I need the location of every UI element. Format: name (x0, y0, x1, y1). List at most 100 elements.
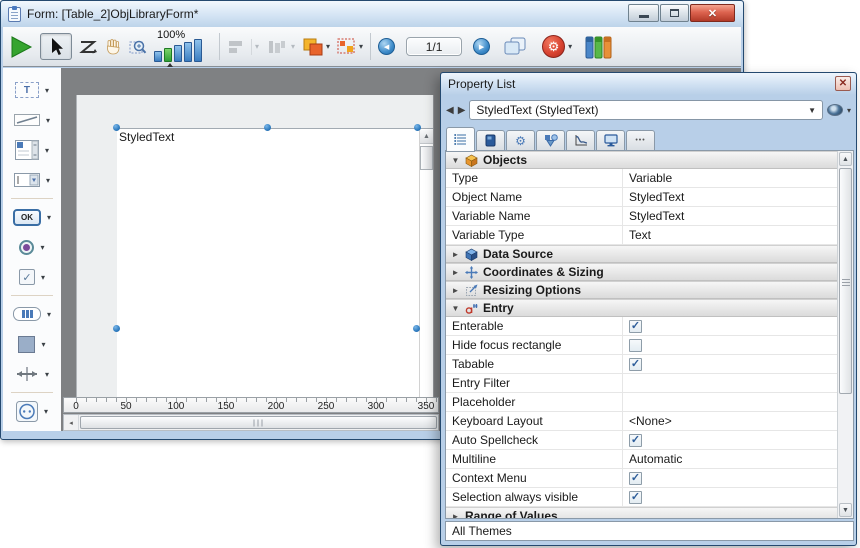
check-box-tool[interactable]: ✓ ▾ (19, 262, 45, 292)
selection-handle-bottom-right[interactable] (413, 325, 420, 332)
tab-settings-view[interactable]: ⚙ (506, 130, 535, 151)
distribute-button[interactable]: ▾ (266, 39, 295, 55)
tab-data-view[interactable] (476, 130, 505, 151)
property-value[interactable] (623, 393, 837, 411)
selection-always-visible-checkbox[interactable]: ✓ (629, 491, 642, 504)
zoom-tool-button[interactable] (129, 38, 147, 55)
tabable-checkbox[interactable]: ✓ (629, 358, 642, 371)
property-row-variable-type[interactable]: Variable Type Text (446, 226, 837, 245)
property-row-auto-spellcheck[interactable]: Auto Spellcheck ✓ (446, 431, 837, 450)
align-dropdown-arrow[interactable]: ▾ (255, 42, 259, 51)
main-titlebar[interactable]: Form: [Table_2]ObjLibraryForm* ✕ (1, 1, 743, 27)
list-box-tool[interactable]: ▾ (15, 135, 49, 165)
splitter-tool[interactable]: ▾ (15, 359, 49, 389)
button-tool[interactable]: OK ▾ (13, 202, 51, 232)
combo-box-tool-arrow[interactable]: ▾ (46, 176, 50, 185)
minimize-button[interactable] (628, 4, 659, 22)
disclosure-triangle-collapsed[interactable]: ► (451, 286, 460, 295)
zoom-bar-200[interactable] (174, 45, 182, 62)
object-scrollbar[interactable]: ▲ (419, 130, 433, 397)
section-resizing-options[interactable]: ► Resizing Options (446, 281, 837, 299)
scrollbar-up-button[interactable]: ▲ (839, 152, 852, 166)
close-button[interactable]: ✕ (690, 4, 735, 22)
zoom-bar-400[interactable] (184, 42, 192, 62)
text-tool[interactable]: T ▾ (15, 75, 49, 105)
object-scroll-thumb[interactable] (420, 146, 433, 170)
hide-focus-rectangle-checkbox[interactable] (629, 339, 642, 352)
section-range-of-values[interactable]: ► Range of Values (446, 507, 837, 518)
next-object-button[interactable]: ▶ (458, 105, 466, 116)
property-list-titlebar[interactable]: Property List ✕ (441, 73, 856, 95)
entry-order-tool-button[interactable] (79, 39, 97, 55)
manage-planes-button[interactable]: ▾ (302, 38, 330, 56)
list-box-tool-arrow[interactable]: ▾ (45, 146, 49, 155)
property-list-close-button[interactable]: ✕ (835, 76, 851, 91)
context-menu-checkbox[interactable]: ✓ (629, 472, 642, 485)
property-row-hide-focus-rectangle[interactable]: Hide focus rectangle (446, 336, 837, 355)
maximize-button[interactable] (660, 4, 689, 22)
previous-object-button[interactable]: ◀ (446, 105, 454, 116)
visibility-eye-icon[interactable] (827, 104, 843, 116)
property-row-selection-always-visible[interactable]: Selection always visible ✓ (446, 488, 837, 507)
section-objects[interactable]: ▼ Objects (446, 151, 837, 169)
form-page[interactable]: StyledText ▲ (76, 95, 434, 397)
property-row-keyboard-layout[interactable]: Keyboard Layout <None> (446, 412, 837, 431)
zoom-bar-800[interactable] (194, 39, 202, 62)
property-row-type[interactable]: Type Variable (446, 169, 837, 188)
radio-button-tool-arrow[interactable]: ▾ (40, 243, 44, 252)
auto-spellcheck-checkbox[interactable]: ✓ (629, 434, 642, 447)
plugin-area-tool[interactable]: ▾ (16, 396, 48, 426)
selection-tool-button[interactable] (40, 33, 72, 60)
group-button[interactable]: ▾ (337, 38, 363, 55)
disclosure-triangle-expanded[interactable]: ▼ (451, 304, 460, 313)
settings-dropdown-arrow[interactable]: ▾ (568, 42, 572, 51)
line-tool[interactable]: ▾ (14, 105, 50, 135)
splitter-tool-arrow[interactable]: ▾ (45, 370, 49, 379)
move-tool-button[interactable] (104, 38, 122, 56)
button-grid-tool[interactable]: ▾ (13, 299, 51, 329)
property-row-tabable[interactable]: Tabable ✓ (446, 355, 837, 374)
section-entry[interactable]: ▼ Entry (446, 299, 837, 317)
tab-objects-view[interactable] (536, 130, 565, 151)
align-button[interactable]: ▾ (227, 39, 259, 55)
enterable-checkbox[interactable]: ✓ (629, 320, 642, 333)
horizontal-scroll-thumb[interactable] (80, 416, 437, 429)
radio-button-tool[interactable]: ▾ (19, 232, 44, 262)
line-tool-arrow[interactable]: ▾ (46, 116, 50, 125)
form-pages-button[interactable] (503, 37, 527, 56)
check-box-tool-arrow[interactable]: ▾ (41, 273, 45, 282)
property-row-multiline[interactable]: Multiline Automatic (446, 450, 837, 469)
disclosure-triangle-expanded[interactable]: ▼ (451, 156, 460, 165)
section-data-source[interactable]: ► Data Source (446, 245, 837, 263)
rectangle-tool-arrow[interactable]: ▾ (41, 340, 45, 349)
rectangle-tool[interactable]: ▾ (18, 329, 45, 359)
zoom-bar-100[interactable] (164, 48, 172, 62)
selection-handle-top-left[interactable] (113, 124, 120, 131)
property-value[interactable]: <None> (623, 412, 837, 430)
property-value[interactable]: StyledText (623, 207, 837, 225)
property-row-variable-name[interactable]: Variable Name StyledText (446, 207, 837, 226)
button-grid-tool-arrow[interactable]: ▾ (47, 310, 51, 319)
scrollbar-thumb[interactable] (839, 168, 852, 394)
disclosure-triangle-collapsed[interactable]: ► (451, 268, 460, 277)
property-value[interactable]: Variable (623, 169, 837, 187)
zoom-bar-50[interactable] (154, 51, 162, 62)
scroll-left-button[interactable]: ◂ (64, 415, 79, 430)
button-tool-arrow[interactable]: ▾ (47, 213, 51, 222)
tab-property-list-view[interactable] (446, 127, 475, 152)
tab-more-views[interactable]: ••• (626, 130, 655, 151)
object-selector-combo[interactable]: StyledText (StyledText) ▼ (469, 100, 823, 120)
selection-handle-top-middle[interactable] (264, 124, 271, 131)
next-page-button[interactable]: ▶ (473, 38, 490, 55)
planes-dropdown-arrow[interactable]: ▾ (326, 42, 330, 51)
disclosure-triangle-collapsed[interactable]: ► (451, 250, 460, 259)
property-value[interactable]: StyledText (623, 188, 837, 206)
plugin-area-tool-arrow[interactable]: ▾ (44, 407, 48, 416)
distribute-dropdown-arrow[interactable]: ▾ (291, 42, 295, 51)
selection-handle-bottom-left[interactable] (113, 325, 120, 332)
tab-display-view[interactable] (596, 130, 625, 151)
disclosure-triangle-collapsed[interactable]: ► (451, 512, 460, 519)
property-value[interactable]: Automatic (623, 450, 837, 468)
zoom-level-control[interactable]: 100% (154, 29, 212, 65)
text-tool-arrow[interactable]: ▾ (45, 86, 49, 95)
